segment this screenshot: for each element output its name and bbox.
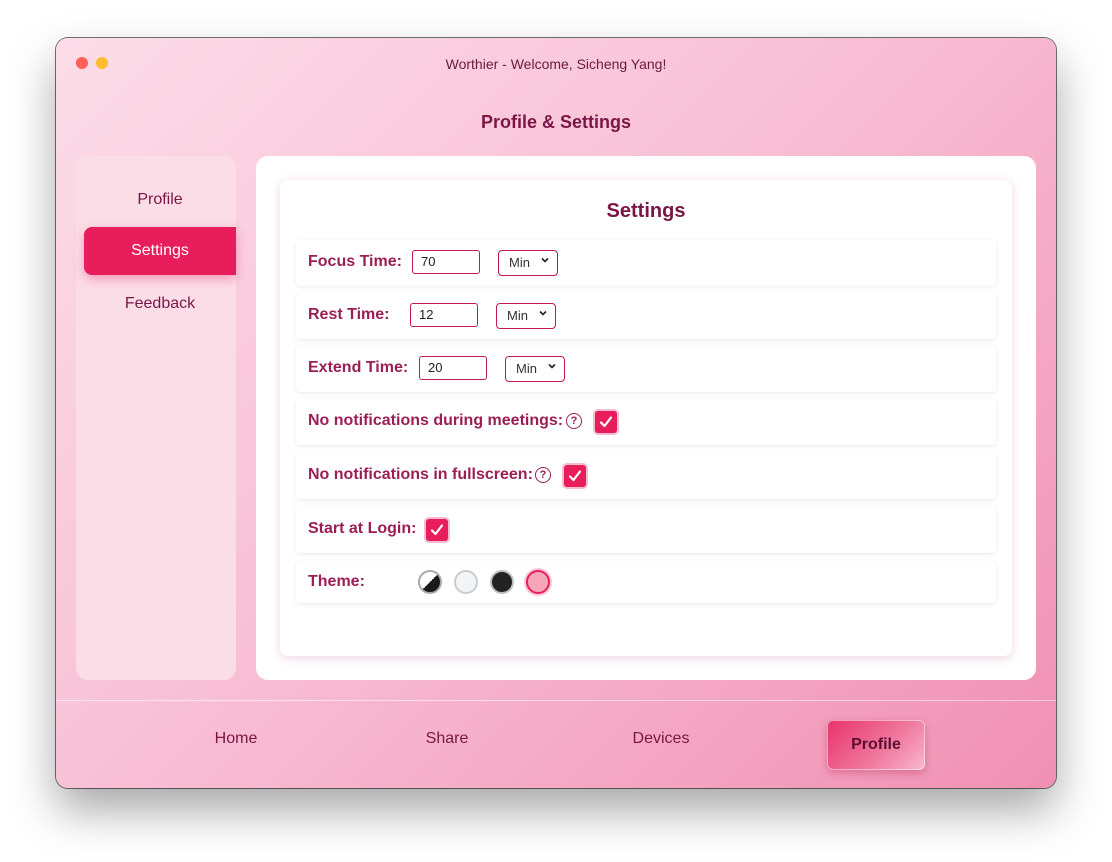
extend-time-unit-value: Min — [516, 361, 537, 376]
content-panel: Settings Focus Time: 70 Min Rest Time: 1… — [256, 156, 1036, 680]
extend-time-row: Extend Time: 20 Min — [296, 346, 996, 392]
nav-profile[interactable]: Profile — [827, 720, 925, 770]
focus-time-label: Focus Time: — [308, 253, 402, 270]
focus-time-unit-select[interactable]: Min — [498, 250, 558, 276]
rest-time-label: Rest Time: — [308, 306, 390, 323]
no-notif-fullscreen-row: No notifications in fullscreen: ? — [296, 453, 996, 499]
help-icon[interactable]: ? — [535, 467, 551, 483]
rest-time-unit-select[interactable]: Min — [496, 303, 556, 329]
focus-time-input[interactable]: 70 — [412, 250, 480, 274]
settings-card: Settings Focus Time: 70 Min Rest Time: 1… — [280, 180, 1012, 656]
start-at-login-checkbox[interactable] — [426, 519, 448, 541]
rest-time-unit-value: Min — [507, 308, 528, 323]
settings-title: Settings — [606, 200, 686, 222]
rest-time-row: Rest Time: 12 Min — [296, 293, 996, 339]
chevron-down-icon — [548, 363, 556, 369]
chevron-down-icon — [541, 257, 549, 263]
theme-label: Theme: — [308, 573, 365, 590]
extend-time-label: Extend Time: — [308, 359, 409, 376]
checkmark-icon — [430, 524, 444, 536]
start-at-login-label: Start at Login: — [308, 520, 417, 537]
no-notif-meetings-row: No notifications during meetings: ? — [296, 399, 996, 445]
no-notif-fullscreen-label: No notifications in fullscreen: — [308, 466, 533, 483]
nav-share[interactable]: Share — [397, 730, 497, 748]
nav-home[interactable]: Home — [186, 730, 286, 748]
checkmark-icon — [599, 416, 613, 428]
sidebar-item-settings[interactable]: Settings — [84, 227, 236, 275]
page-title: Profile & Settings — [480, 112, 632, 132]
no-notif-fullscreen-checkbox[interactable] — [564, 465, 586, 487]
sidebar-item-feedback[interactable]: Feedback — [84, 280, 236, 328]
nav-devices[interactable]: Devices — [611, 730, 711, 748]
sidebar: Profile Settings Feedback — [76, 156, 236, 680]
divider — [56, 700, 1056, 701]
rest-time-input[interactable]: 12 — [410, 303, 478, 327]
theme-light-swatch[interactable] — [454, 570, 478, 594]
theme-pink-swatch[interactable] — [526, 570, 550, 594]
window-title: Worthier - Welcome, Sicheng Yang! — [445, 56, 667, 72]
start-at-login-row: Start at Login: — [296, 507, 996, 553]
focus-time-unit-value: Min — [509, 255, 530, 270]
sidebar-item-profile[interactable]: Profile — [84, 176, 236, 224]
no-notif-meetings-checkbox[interactable] — [595, 411, 617, 433]
theme-auto-swatch[interactable] — [418, 570, 442, 594]
extend-time-input[interactable]: 20 — [419, 356, 487, 380]
app-window: Worthier - Welcome, Sicheng Yang! Profil… — [56, 38, 1056, 788]
focus-time-row: Focus Time: 70 Min — [296, 240, 996, 286]
checkmark-icon — [568, 470, 582, 482]
chevron-down-icon — [539, 310, 547, 316]
theme-row: Theme: — [296, 561, 996, 603]
extend-time-unit-select[interactable]: Min — [505, 356, 565, 382]
theme-dark-swatch[interactable] — [490, 570, 514, 594]
no-notif-meetings-label: No notifications during meetings: — [308, 412, 564, 429]
help-icon[interactable]: ? — [566, 413, 582, 429]
